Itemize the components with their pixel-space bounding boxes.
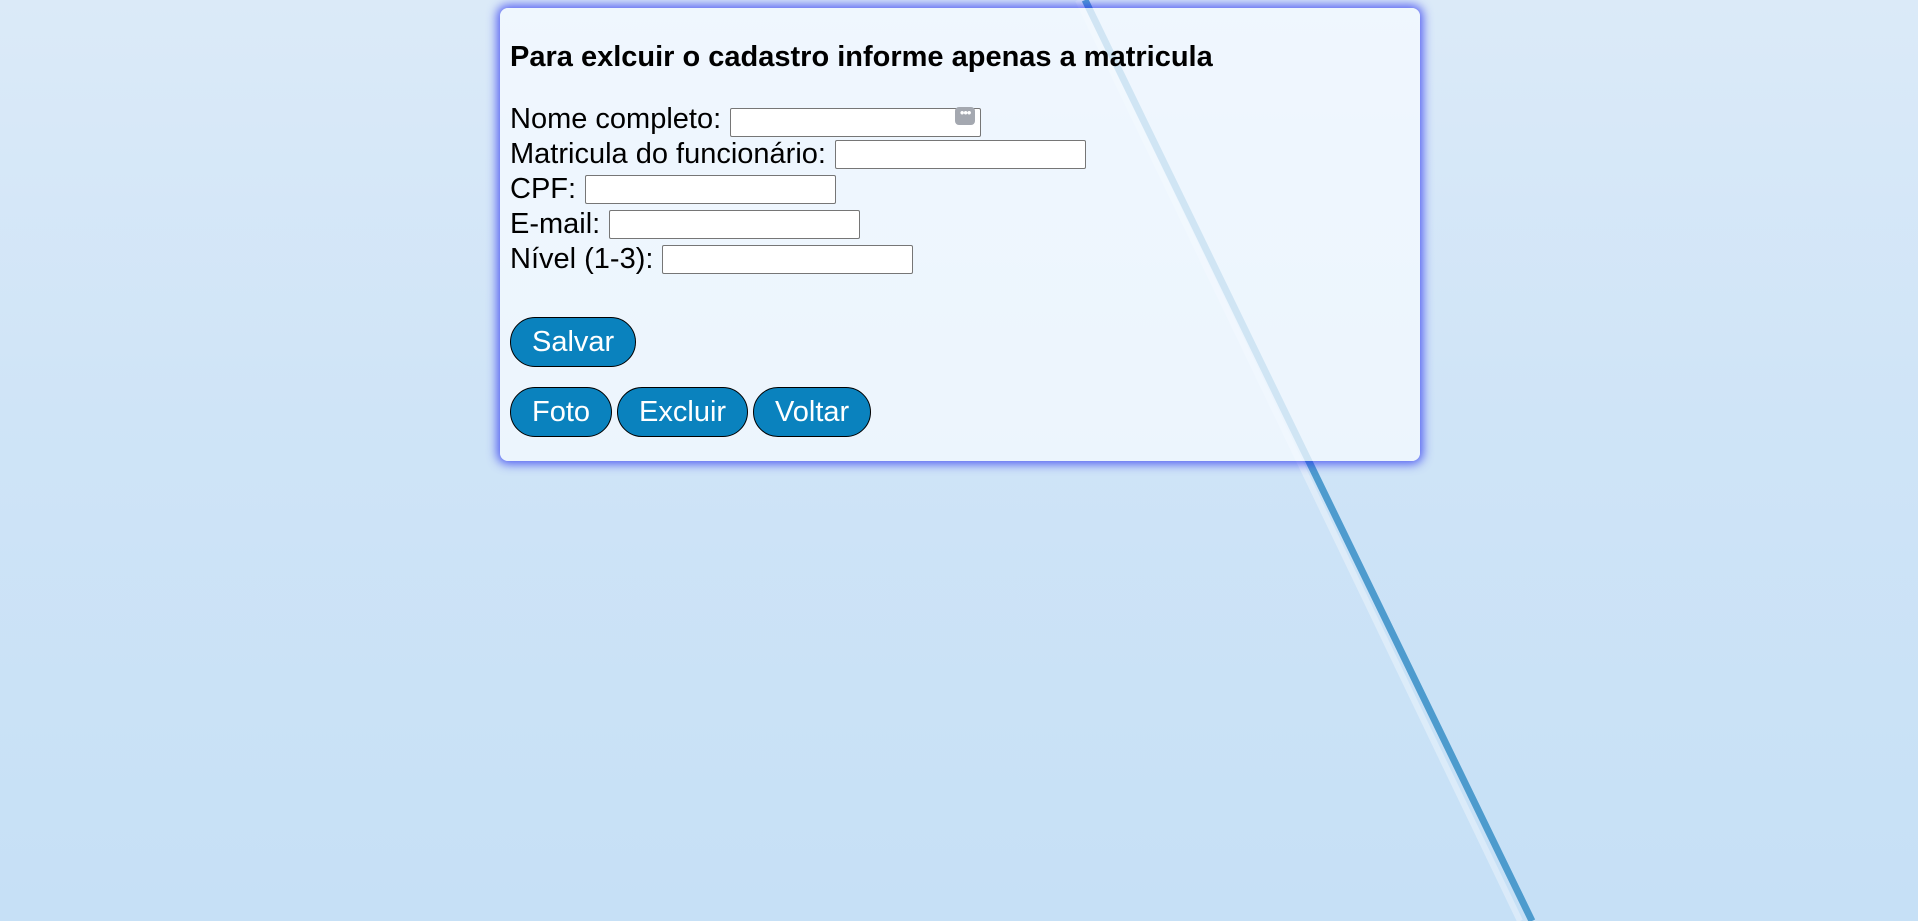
field-row-cpf: CPF: — [510, 172, 1410, 207]
email-label: E-mail: — [510, 208, 601, 240]
field-row-nivel: Nível (1-3): — [510, 242, 1410, 277]
cpf-label: CPF: — [510, 173, 577, 205]
form-title: Para exlcuir o cadastro informe apenas a… — [510, 41, 1213, 73]
back-button[interactable]: Voltar — [753, 387, 872, 437]
matricula-input[interactable] — [834, 140, 1086, 169]
nome-input[interactable] — [730, 108, 982, 138]
form-card: Para exlcuir o cadastro informe apenas a… — [500, 8, 1420, 461]
field-row-nome: Nome completo: ••• — [510, 102, 1410, 138]
delete-button[interactable]: Excluir — [617, 387, 749, 437]
email-input[interactable] — [609, 210, 861, 239]
photo-button[interactable]: Foto — [510, 387, 613, 437]
save-row: Salvar — [510, 317, 1410, 367]
nome-input-wrap: ••• — [730, 102, 982, 138]
nivel-label: Nível (1-3): — [510, 243, 654, 275]
more-horizontal-icon[interactable]: ••• — [955, 106, 976, 125]
actions-row: Foto Excluir Voltar — [510, 387, 1410, 437]
field-row-email: E-mail: — [510, 207, 1410, 242]
cpf-input[interactable] — [585, 175, 837, 204]
field-row-matricula: Matricula do funcionário: — [510, 137, 1410, 172]
matricula-label: Matricula do funcionário: — [510, 138, 826, 170]
save-button[interactable]: Salvar — [510, 317, 637, 367]
nome-label: Nome completo: — [510, 103, 722, 135]
nivel-input[interactable] — [662, 245, 914, 274]
